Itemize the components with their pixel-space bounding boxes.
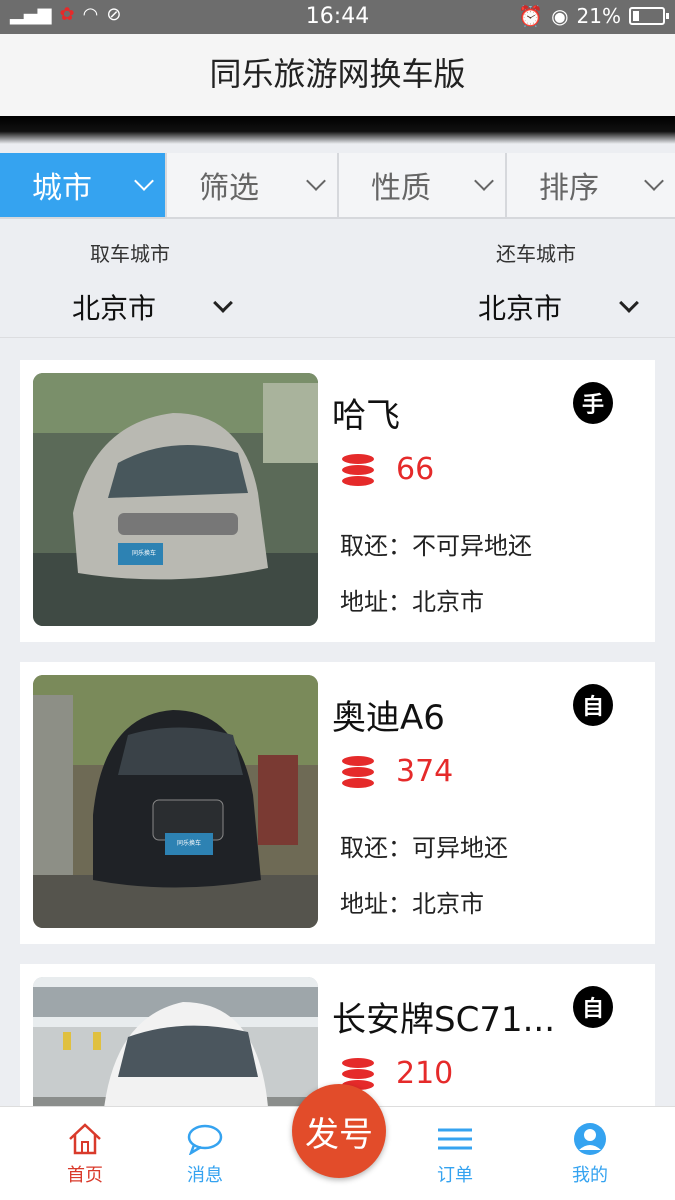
list-icon [410,1117,500,1161]
coin-stack-icon [342,453,374,486]
tab-filter-label: 筛选 [199,171,259,206]
pickup-city-value: 北京市 [72,292,157,325]
transmission-badge: 手 [573,382,613,424]
filter-tabs: 城市 筛选 性质 排序 [0,153,675,219]
chevron-down-icon [644,171,664,191]
car-photo: 同乐换车 [33,373,318,626]
car-card[interactable]: 同乐换车 奥迪A6 自 374 取还：可异地还 地址：北京市 [20,662,655,944]
chevron-down-icon [213,293,233,313]
return-policy: 取还：不可异地还 [340,532,532,560]
chat-bubble-icon [160,1117,250,1161]
address: 地址：北京市 [340,890,484,918]
battery-icon [629,7,669,25]
coin-stack-icon [342,755,374,788]
nav-orders-label: 订单 [437,1165,473,1186]
nav-messages-label: 消息 [187,1165,223,1186]
car-photo [33,977,318,1106]
tab-nature-label: 性质 [371,171,431,206]
car-photo: 同乐换车 [33,675,318,928]
return-city-row: 北京市 [478,287,639,327]
nav-mine[interactable]: 我的 [545,1117,635,1187]
tab-sort[interactable]: 排序 [507,153,675,217]
car-list: 同乐换车 哈飞 手 66 取还：不可异地还 地址：北京市 同乐换车 奥迪A6 自… [20,360,655,1106]
return-city-value: 北京市 [478,292,563,325]
nav-orders[interactable]: 订单 [410,1117,500,1187]
nav-home-label: 首页 [67,1165,103,1186]
price-value: 374 [396,754,454,789]
tab-filter[interactable]: 筛选 [167,153,339,217]
status-bar: ▂▄▆ ✿ ◠ ⊘ 16:44 ⏰ ◉ 21% [0,0,675,34]
battery-percent: 21% [576,4,621,28]
tab-city[interactable]: 城市 [0,153,167,217]
tab-city-label: 城市 [32,171,92,206]
transmission-badge: 自 [573,684,613,726]
return-city-label: 还车城市 [496,242,576,266]
price-row: 374 [342,754,453,789]
city-selectors: 取车城市 北京市 还车城市 北京市 [0,226,675,338]
eye-icon: ◉ [551,4,569,28]
header-divider [0,116,675,144]
page-title: 同乐旅游网换车版 [209,55,466,93]
chevron-down-icon [134,171,154,191]
return-policy: 取还：可异地还 [340,834,508,862]
plate-logo-text: 同乐换车 [177,839,201,847]
price-value: 66 [396,452,435,487]
address: 地址：北京市 [340,588,484,616]
car-name: 长安牌SC71... [332,1000,556,1040]
pickup-city-row: 北京市 [72,287,233,327]
chevron-down-icon [306,171,326,191]
chevron-down-icon [619,293,639,313]
nav-home[interactable]: 首页 [40,1117,130,1187]
pickup-city-selector[interactable]: 取车城市 北京市 [72,238,233,327]
chevron-down-icon [474,171,494,191]
tab-nature[interactable]: 性质 [339,153,507,217]
user-icon [545,1117,635,1161]
price-row: 66 [342,452,434,487]
price-value: 210 [396,1056,454,1091]
plate-logo-text: 同乐换车 [132,549,156,557]
nav-messages[interactable]: 消息 [160,1117,250,1187]
car-card[interactable]: 同乐换车 哈飞 手 66 取还：不可异地还 地址：北京市 [20,360,655,642]
alarm-icon: ⏰ [518,4,544,28]
pickup-city-label: 取车城市 [90,242,170,266]
car-name: 哈飞 [332,396,400,436]
home-icon [40,1117,130,1161]
car-name: 奥迪A6 [332,698,445,738]
return-city-selector[interactable]: 还车城市 北京市 [478,238,639,327]
price-row: 210 [342,1056,453,1091]
nav-mine-label: 我的 [572,1165,608,1186]
tab-sort-label: 排序 [539,171,599,206]
status-right-icons: ⏰ ◉ 21% [518,4,669,28]
center-action-button[interactable]: 发号 [292,1084,386,1178]
transmission-badge: 自 [573,986,613,1028]
app-header: 同乐旅游网换车版 [0,34,675,118]
